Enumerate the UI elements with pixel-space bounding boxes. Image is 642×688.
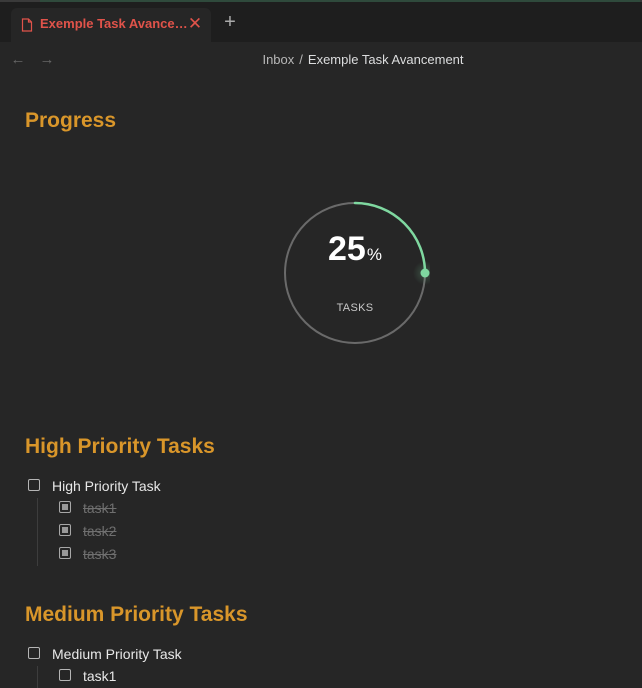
- indent-guide: [37, 666, 38, 688]
- tab-exemple-task-avancement[interactable]: Exemple Task Avancement ✕: [11, 8, 211, 42]
- tab-title: Exemple Task Avancement: [40, 16, 190, 31]
- task-label: High Priority Task: [52, 478, 161, 494]
- subtask-label: task3: [83, 546, 117, 562]
- breadcrumb-separator: /: [299, 52, 303, 67]
- medium-priority-heading: Medium Priority Tasks: [25, 603, 248, 626]
- breadcrumb: Inbox / Exemple Task Avancement: [0, 52, 642, 67]
- progress-label: TASKS: [336, 302, 374, 314]
- task-checkbox[interactable]: [28, 479, 40, 491]
- subtask-checkbox[interactable]: [59, 524, 71, 536]
- subtask-checkbox[interactable]: [59, 501, 71, 513]
- file-icon: [21, 18, 33, 32]
- subtask-label: task1: [83, 500, 117, 516]
- indent-guide: [37, 498, 38, 566]
- app-window: Exemple Task Avancement ✕ + ← → Inbox / Ex…: [0, 0, 642, 688]
- subtask-label: task2: [83, 523, 117, 539]
- subtask-checkbox[interactable]: [59, 669, 71, 681]
- progress-ring-handle: [420, 268, 430, 278]
- progress-value: 25: [328, 230, 366, 268]
- progress-ring: [284, 201, 430, 344]
- task-checkbox[interactable]: [28, 647, 40, 659]
- progress-percentage: 25%: [300, 230, 410, 269]
- task-label: Medium Priority Task: [52, 646, 182, 662]
- subtask-checkbox[interactable]: [59, 547, 71, 559]
- high-priority-heading: High Priority Tasks: [25, 435, 215, 458]
- progress-unit: %: [366, 245, 382, 264]
- subtask-label: task1: [83, 668, 117, 684]
- breadcrumb-parent[interactable]: Inbox: [262, 52, 294, 67]
- progress-heading: Progress: [25, 109, 117, 132]
- tab-bar: Exemple Task Avancement ✕ +: [0, 2, 642, 42]
- navigation-bar: ← → Inbox / Exemple Task Avancement: [0, 42, 642, 80]
- breadcrumb-current[interactable]: Exemple Task Avancement: [308, 52, 464, 67]
- close-icon[interactable]: ✕: [187, 15, 203, 32]
- new-tab-icon[interactable]: +: [221, 12, 239, 32]
